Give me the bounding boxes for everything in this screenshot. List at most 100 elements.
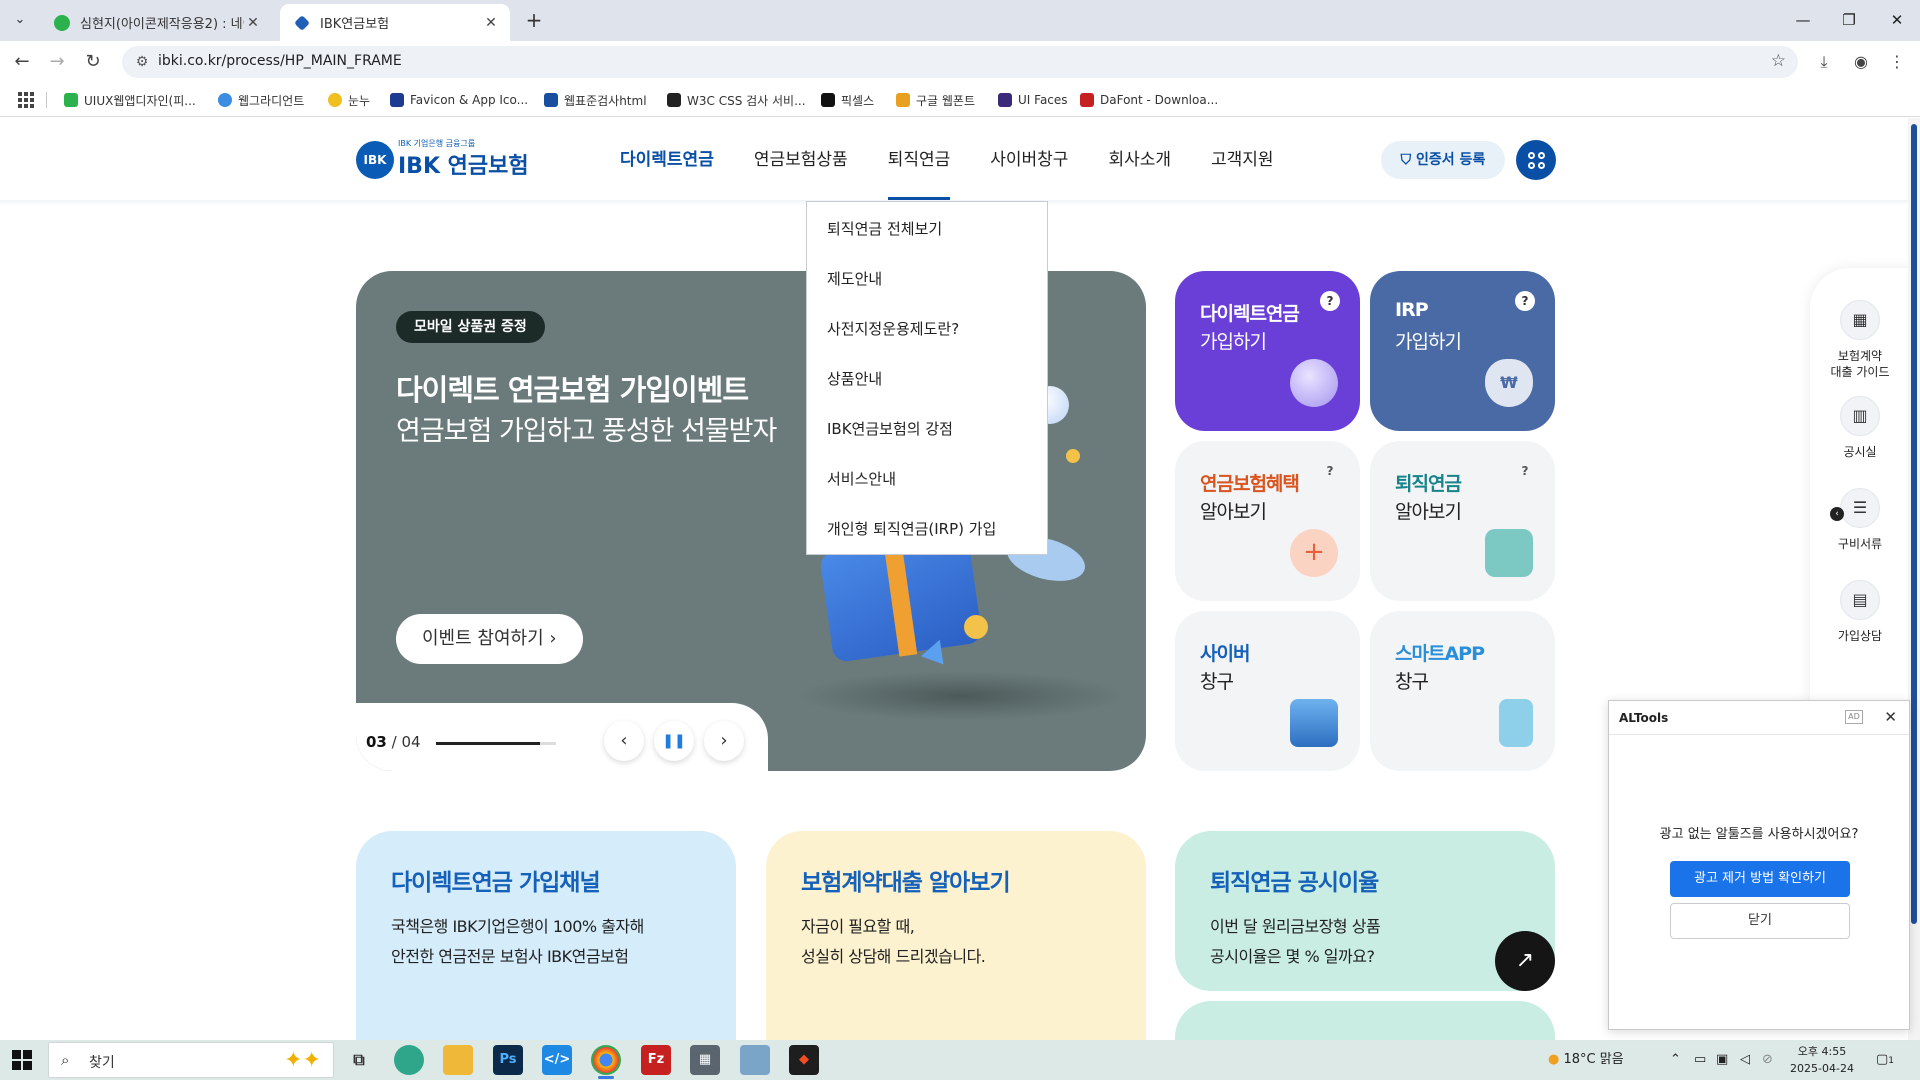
quick-loan-guide[interactable]: ▦ 보험계약 대출 가이드 xyxy=(1810,300,1910,380)
bookmark-item[interactable]: UI Faces xyxy=(998,91,1068,109)
tile-direct-pension[interactable]: 다이렉트연금 가입하기 ? xyxy=(1175,271,1360,431)
notes-app-icon[interactable] xyxy=(740,1045,770,1075)
tab-inactive[interactable]: 심현지(아이콘제작응용2) : 네이 ✕ xyxy=(40,4,272,41)
tab-search-button[interactable]: ⌄ xyxy=(8,8,32,32)
bookmark-item[interactable]: DaFont - Downloa... xyxy=(1080,91,1218,109)
arrow-up-right-icon[interactable]: ↗ xyxy=(1495,931,1555,991)
prev-slide-button[interactable]: ‹ xyxy=(604,721,644,761)
help-icon[interactable]: ? xyxy=(1320,291,1340,311)
tile-cyber-counter[interactable]: 사이버 창구 xyxy=(1175,611,1360,771)
bookmark-favicon-icon xyxy=(218,93,232,107)
nav-retirement-pension[interactable]: 퇴직연금 xyxy=(868,118,971,200)
nav-company[interactable]: 회사소개 xyxy=(1088,118,1191,200)
bookmark-item[interactable]: 픽셀스 xyxy=(821,91,874,109)
minimize-button[interactable]: — xyxy=(1780,0,1826,41)
help-icon[interactable]: ? xyxy=(1320,461,1340,481)
hero-subtitle: 연금보험 가입하고 풍성한 선물받자 xyxy=(396,416,777,447)
bookmark-item[interactable]: 구글 웹폰트 xyxy=(896,91,975,109)
quick-menu-toggle-icon[interactable]: ‹ xyxy=(1830,507,1844,521)
quick-label: 공시실 xyxy=(1843,445,1877,459)
quick-disclosure[interactable]: ▥ 공시실 xyxy=(1810,396,1910,460)
altools-close-button[interactable]: 닫기 xyxy=(1670,903,1850,939)
tray-chevron-icon[interactable]: ⌃ xyxy=(1670,1040,1681,1080)
close-tab-icon[interactable]: ✕ xyxy=(482,15,500,31)
dropdown-item[interactable]: 퇴직연금 전체보기 xyxy=(827,218,942,239)
next-slide-button[interactable]: › xyxy=(704,721,744,761)
help-icon[interactable]: ? xyxy=(1515,461,1535,481)
weather-widget[interactable]: ● 18°C 맑음 xyxy=(1548,1040,1624,1080)
nav-cyber-counter[interactable]: 사이버창구 xyxy=(970,118,1088,200)
dropdown-item[interactable]: 사전지정운용제도란? xyxy=(827,318,959,339)
pause-button[interactable]: ❚❚ xyxy=(654,721,694,761)
quick-consult[interactable]: ▤ 가입상담 xyxy=(1810,580,1910,644)
chrome-icon[interactable] xyxy=(591,1045,621,1075)
apps-grid-icon[interactable] xyxy=(18,92,34,108)
dropdown-item[interactable]: 상품안내 xyxy=(827,368,882,389)
address-bar[interactable]: ⚙ ibki.co.kr/process/HP_MAIN_FRAME ☆ xyxy=(122,46,1798,78)
taskbar-search[interactable]: ⌕ 찾기 ✦✦ xyxy=(48,1042,334,1078)
tile-pension-benefits[interactable]: 연금보험혜택 알아보기 ? + xyxy=(1175,441,1360,601)
close-window-button[interactable]: ✕ xyxy=(1874,0,1920,41)
hero-title: 다이렉트 연금보험 가입이벤트 xyxy=(396,373,749,407)
bookmark-item[interactable]: Favicon & App Ico... xyxy=(390,91,528,109)
vscode-icon[interactable]: </> xyxy=(542,1045,572,1075)
volume-icon[interactable]: ◁ xyxy=(1740,1040,1750,1080)
photoshop-icon[interactable]: Ps xyxy=(493,1045,523,1075)
windows-start-icon[interactable] xyxy=(12,1050,32,1070)
remove-ads-button[interactable]: 광고 제거 방법 확인하기 xyxy=(1670,861,1850,897)
site-info-icon[interactable]: ⚙ xyxy=(132,52,152,72)
status-icon[interactable]: ⊘ xyxy=(1762,1040,1773,1080)
magnifier-icon: + xyxy=(1290,529,1338,577)
bookmark-label: DaFont - Downloa... xyxy=(1100,93,1219,107)
calculator-app-icon[interactable]: ▦ xyxy=(690,1045,720,1075)
dropdown-item[interactable]: 제도안내 xyxy=(827,268,882,289)
bookmark-item[interactable]: 눈누 xyxy=(328,91,370,109)
nav-pension-products[interactable]: 연금보험상품 xyxy=(734,118,868,200)
tab-active[interactable]: IBK연금보험 ✕ xyxy=(280,4,510,41)
nav-direct-pension[interactable]: 다이렉트연금 xyxy=(600,118,734,200)
tile-retirement-pension[interactable]: 퇴직연금 알아보기 ? xyxy=(1370,441,1555,601)
profile-icon[interactable]: ◉ xyxy=(1850,51,1872,73)
restore-button[interactable]: ❐ xyxy=(1826,0,1872,41)
figma-icon[interactable]: ◆ xyxy=(789,1045,819,1075)
dropdown-item[interactable]: IBK연금보험의 강점 xyxy=(827,418,953,439)
card-policy-loan[interactable]: 보험계약대출 알아보기 자금이 필요할 때, 성실히 상담해 드리겠습니다. xyxy=(766,831,1146,1040)
bookmark-star-icon[interactable]: ☆ xyxy=(1771,51,1786,71)
close-tab-icon[interactable]: ✕ xyxy=(244,15,262,31)
tile-smart-app[interactable]: 스마트APP 창구 xyxy=(1370,611,1555,771)
tile-irp[interactable]: IRP 가입하기 ? ₩ xyxy=(1370,271,1555,431)
taskbar-clock[interactable]: 오후 4:55 2025-04-24 xyxy=(1782,1043,1862,1077)
tab-title: 심현지(아이콘제작응용2) : 네이 xyxy=(80,17,244,32)
notification-icon[interactable]: ▢1 xyxy=(1876,1040,1894,1080)
close-icon[interactable]: ✕ xyxy=(1884,708,1897,726)
reload-button[interactable]: ↻ xyxy=(80,49,106,75)
all-menu-button[interactable] xyxy=(1516,140,1556,180)
download-icon[interactable]: ⤓ xyxy=(1813,51,1835,73)
dropdown-item[interactable]: 서비스안내 xyxy=(827,468,896,489)
certificate-register-button[interactable]: ⛉ 인증서 등록 xyxy=(1381,141,1505,179)
network-icon[interactable]: ▣ xyxy=(1716,1040,1728,1080)
bookmark-item[interactable]: UIUX웹앱디자인(피... xyxy=(64,91,196,109)
bookmark-item[interactable]: W3C CSS 검사 서비... xyxy=(667,91,806,109)
forward-button[interactable]: → xyxy=(44,49,70,75)
nav-support[interactable]: 고객지원 xyxy=(1191,118,1294,200)
task-view-icon[interactable]: ⧉ xyxy=(344,1045,374,1075)
scrollbar-thumb[interactable] xyxy=(1911,124,1917,924)
slide-current: 03 xyxy=(366,733,387,751)
meet-icon[interactable]: ▭ xyxy=(1694,1040,1706,1080)
event-join-button[interactable]: 이벤트 참여하기 › xyxy=(396,614,583,664)
dropdown-item[interactable]: 개인형 퇴직연금(IRP) 가입 xyxy=(827,518,996,539)
back-button[interactable]: ← xyxy=(9,49,35,75)
edge-icon[interactable] xyxy=(394,1045,424,1075)
bookmark-item[interactable]: 웹표준검사html xyxy=(544,91,647,109)
card-direct-channel[interactable]: 다이렉트연금 가입채널 국책은행 IBK기업은행이 100% 출자해 안전한 연… xyxy=(356,831,736,1040)
filezilla-icon[interactable]: Fz xyxy=(641,1045,671,1075)
quick-documents[interactable]: ☰ 구비서류 xyxy=(1810,488,1910,552)
tile-subtitle: 알아보기 xyxy=(1395,501,1462,523)
more-menu-icon[interactable]: ⋮ xyxy=(1886,51,1908,73)
site-logo[interactable]: IBK IBK 기업은행 금융그룹 IBK 연금보험 xyxy=(356,139,529,180)
help-icon[interactable]: ? xyxy=(1515,291,1535,311)
file-explorer-icon[interactable] xyxy=(443,1045,473,1075)
new-tab-button[interactable]: + xyxy=(520,8,548,32)
bookmark-item[interactable]: 웹그라디언트 xyxy=(218,91,304,109)
